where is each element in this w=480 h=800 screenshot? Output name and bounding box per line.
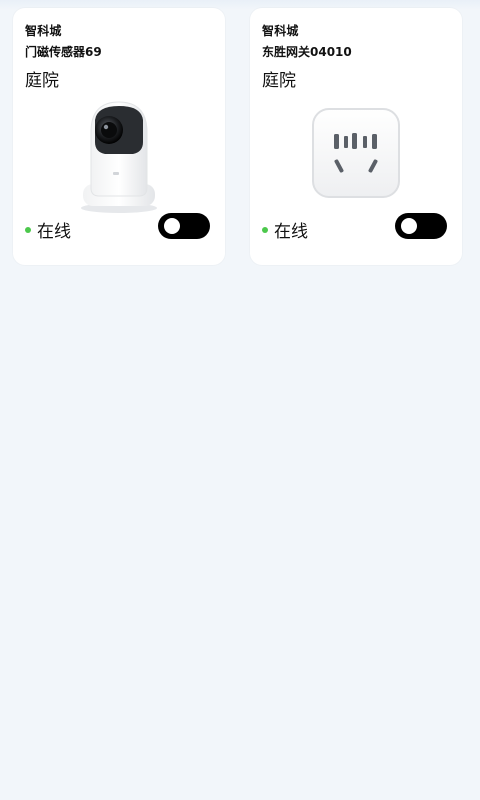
status-indicator: 在线 [262,217,308,242]
online-dot-icon [25,226,31,233]
toggle-knob [164,218,180,234]
power-toggle[interactable] [395,213,447,239]
room-name: 庭院 [262,71,296,91]
camera-icon [69,92,169,216]
status-label: 在线 [274,221,308,242]
community-name: 智科城 [262,24,299,38]
online-dot-icon [262,226,268,233]
room-name: 庭院 [25,71,59,91]
socket-icon [310,106,402,200]
device-name: 门磁传感器69 [25,45,102,59]
toggle-knob [401,218,417,234]
power-toggle[interactable] [158,213,210,239]
device-card[interactable]: 智科城 东胜网关04010 庭院 在线 [250,8,462,265]
status-label: 在线 [37,221,71,242]
status-indicator: 在线 [25,217,71,242]
device-card[interactable]: 智科城 门磁传感器69 庭院 在线 [13,8,225,265]
device-name: 东胜网关04010 [262,45,352,59]
community-name: 智科城 [25,24,62,38]
